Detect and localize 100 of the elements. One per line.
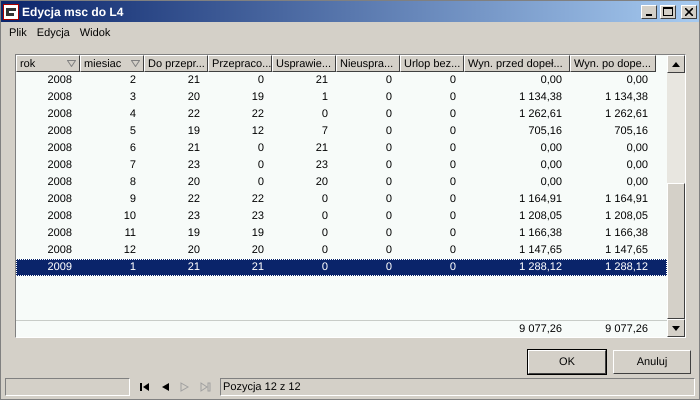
table-cell-text: 1 208,05 <box>518 209 563 224</box>
maximize-icon <box>663 7 673 16</box>
table-row[interactable]: 2008 8 20 0 20 0 0 0,00 0,00 <box>16 174 667 191</box>
table-cell-text: 0,00 <box>626 141 649 156</box>
table-cell-text: 1 166,38 <box>518 226 563 241</box>
table-cell-text: 0 <box>448 73 457 88</box>
table-cell-text: 12 <box>250 124 265 139</box>
app-icon <box>3 4 19 20</box>
maximize-button[interactable] <box>660 4 676 18</box>
table-cell-text: 1 <box>128 260 137 275</box>
table-cell-text: 19 <box>186 124 201 139</box>
table-cell-text: 0 <box>256 141 265 156</box>
table-cell-text: 0 <box>384 226 393 241</box>
column-header[interactable]: Wyn. przed dopeł... <box>464 55 570 72</box>
minimize-icon <box>646 14 652 16</box>
table-cell-text: 0,00 <box>626 73 649 88</box>
table-cell-text: 7 <box>128 158 137 173</box>
table-cell-text: 21 <box>314 73 329 88</box>
table-cell-text: 0 <box>320 260 329 275</box>
menu-item[interactable]: Widok <box>80 27 110 39</box>
table-cell-text: 1 262,61 <box>518 107 563 122</box>
menu-item[interactable]: Edycja <box>36 27 70 39</box>
table-row[interactable]: 2008 9 22 22 0 0 0 1 164,91 1 164,91 <box>16 191 667 208</box>
scroll-down-icon[interactable] <box>672 326 680 330</box>
table-cell-text: 705,16 <box>613 124 649 139</box>
table-cell-text: 20 <box>186 243 201 258</box>
table-cell-text: 0 <box>256 158 265 173</box>
table-cell-text: 1 164,91 <box>604 192 649 207</box>
table-cell-text: 705,16 <box>527 124 563 139</box>
close-button[interactable] <box>681 4 697 18</box>
column-header[interactable]: Przepraco... <box>208 55 272 72</box>
table-row[interactable]: 2008 7 23 0 23 0 0 0,00 0,00 <box>16 157 667 174</box>
table-cell-text: 23 <box>314 158 329 173</box>
table-cell-text: 0 <box>448 192 457 207</box>
table-cell-text: 0,00 <box>626 158 649 173</box>
table-cell-text: 2008 <box>46 243 73 258</box>
column-header[interactable]: Wyn. po dope... <box>570 55 656 72</box>
first-record-icon[interactable] <box>138 380 152 394</box>
table-cell-text: 0 <box>384 243 393 258</box>
table-row[interactable]: 2008 6 21 0 21 0 0 0,00 0,00 <box>16 140 667 157</box>
table-cell-text: 1 262,61 <box>604 107 649 122</box>
table-row[interactable]: 2008 10 23 23 0 0 0 1 208,05 1 208,05 <box>16 208 667 225</box>
menu-item[interactable]: Plik <box>9 27 27 39</box>
sort-icon <box>131 60 140 67</box>
table-cell-text: 1 208,05 <box>604 209 649 224</box>
table-cell-text: 20 <box>250 243 265 258</box>
table-cell-text: 1 288,12 <box>604 260 649 275</box>
dialog-button[interactable]: Anuluj <box>613 350 691 374</box>
table-row[interactable]: 2008 2 21 0 21 0 0 0,00 0,00 <box>16 72 667 89</box>
column-header[interactable]: miesiac <box>80 55 144 72</box>
table-cell-text: 1 288,12 <box>518 260 563 275</box>
total-cell-text: 9 077,26 <box>604 322 649 337</box>
table-row[interactable]: 2008 5 19 12 7 0 0 705,16 705,16 <box>16 123 667 140</box>
table-row[interactable]: 2008 4 22 22 0 0 0 1 262,61 1 262,61 <box>16 106 667 123</box>
table-cell-text: 21 <box>186 260 201 275</box>
table-cell-text: 0 <box>384 124 393 139</box>
table-cell-text: 21 <box>186 73 201 88</box>
minimize-button[interactable] <box>641 4 657 18</box>
table-cell-text: 19 <box>186 226 201 241</box>
column-header[interactable]: Usprawie... <box>272 55 336 72</box>
table-cell-text: 2008 <box>46 226 73 241</box>
table-cell-text: 0 <box>256 175 265 190</box>
table-cell-text: 1 164,91 <box>518 192 563 207</box>
total-cell-text: 9 077,26 <box>518 322 563 337</box>
table-cell-text: 2008 <box>46 73 73 88</box>
table-cell-text: 0 <box>448 209 457 224</box>
table-cell-text: 0 <box>448 141 457 156</box>
table-cell-text: 0,00 <box>626 175 649 190</box>
table-cell-text: 0 <box>384 141 393 156</box>
column-header[interactable]: Urlop bez... <box>400 55 464 72</box>
table-cell-text: 2009 <box>46 260 73 275</box>
table-row[interactable]: 2008 11 19 19 0 0 0 1 166,38 1 166,38 <box>16 225 667 242</box>
table-cell-text: 5 <box>128 124 137 139</box>
scroll-up-icon[interactable] <box>672 62 680 66</box>
scrollbar[interactable] <box>667 55 685 337</box>
table-cell-text: 2008 <box>46 175 73 190</box>
column-header[interactable]: Do przepr... <box>144 55 208 72</box>
table-cell-text: 22 <box>250 107 265 122</box>
column-header[interactable]: rok <box>16 55 80 72</box>
dialog-button[interactable]: OK <box>528 350 606 374</box>
table-cell-text: 10 <box>122 209 137 224</box>
table-row[interactable]: 2008 3 20 19 1 0 0 1 134,38 1 134,38 <box>16 89 667 106</box>
table-cell-text: 0 <box>384 90 393 105</box>
table-cell-text: 1 147,65 <box>604 243 649 258</box>
table-cell-text: 0 <box>320 192 329 207</box>
table-cell-text: 1 134,38 <box>518 90 563 105</box>
table-cell-text: 0 <box>384 260 393 275</box>
table-cell-text: 23 <box>186 158 201 173</box>
table-cell-text: 11 <box>124 226 137 241</box>
table-cell-text: 1 166,38 <box>604 226 649 241</box>
table-cell-text: 0 <box>448 124 457 139</box>
table-cell-text: 0 <box>384 158 393 173</box>
table-cell-text: 20 <box>314 175 329 190</box>
table-cell-text: 0,00 <box>540 175 563 190</box>
table-row[interactable]: 2009 1 21 21 0 0 0 1 288,12 1 288,12 <box>16 259 667 276</box>
column-header[interactable]: Nieuspra... <box>336 55 400 72</box>
table-row[interactable]: 2008 12 20 20 0 0 0 1 147,65 1 147,65 <box>16 242 667 259</box>
table-cell-text: 0 <box>448 175 457 190</box>
table-cell-text: 21 <box>186 141 201 156</box>
table-cell-text: 9 <box>128 192 137 207</box>
